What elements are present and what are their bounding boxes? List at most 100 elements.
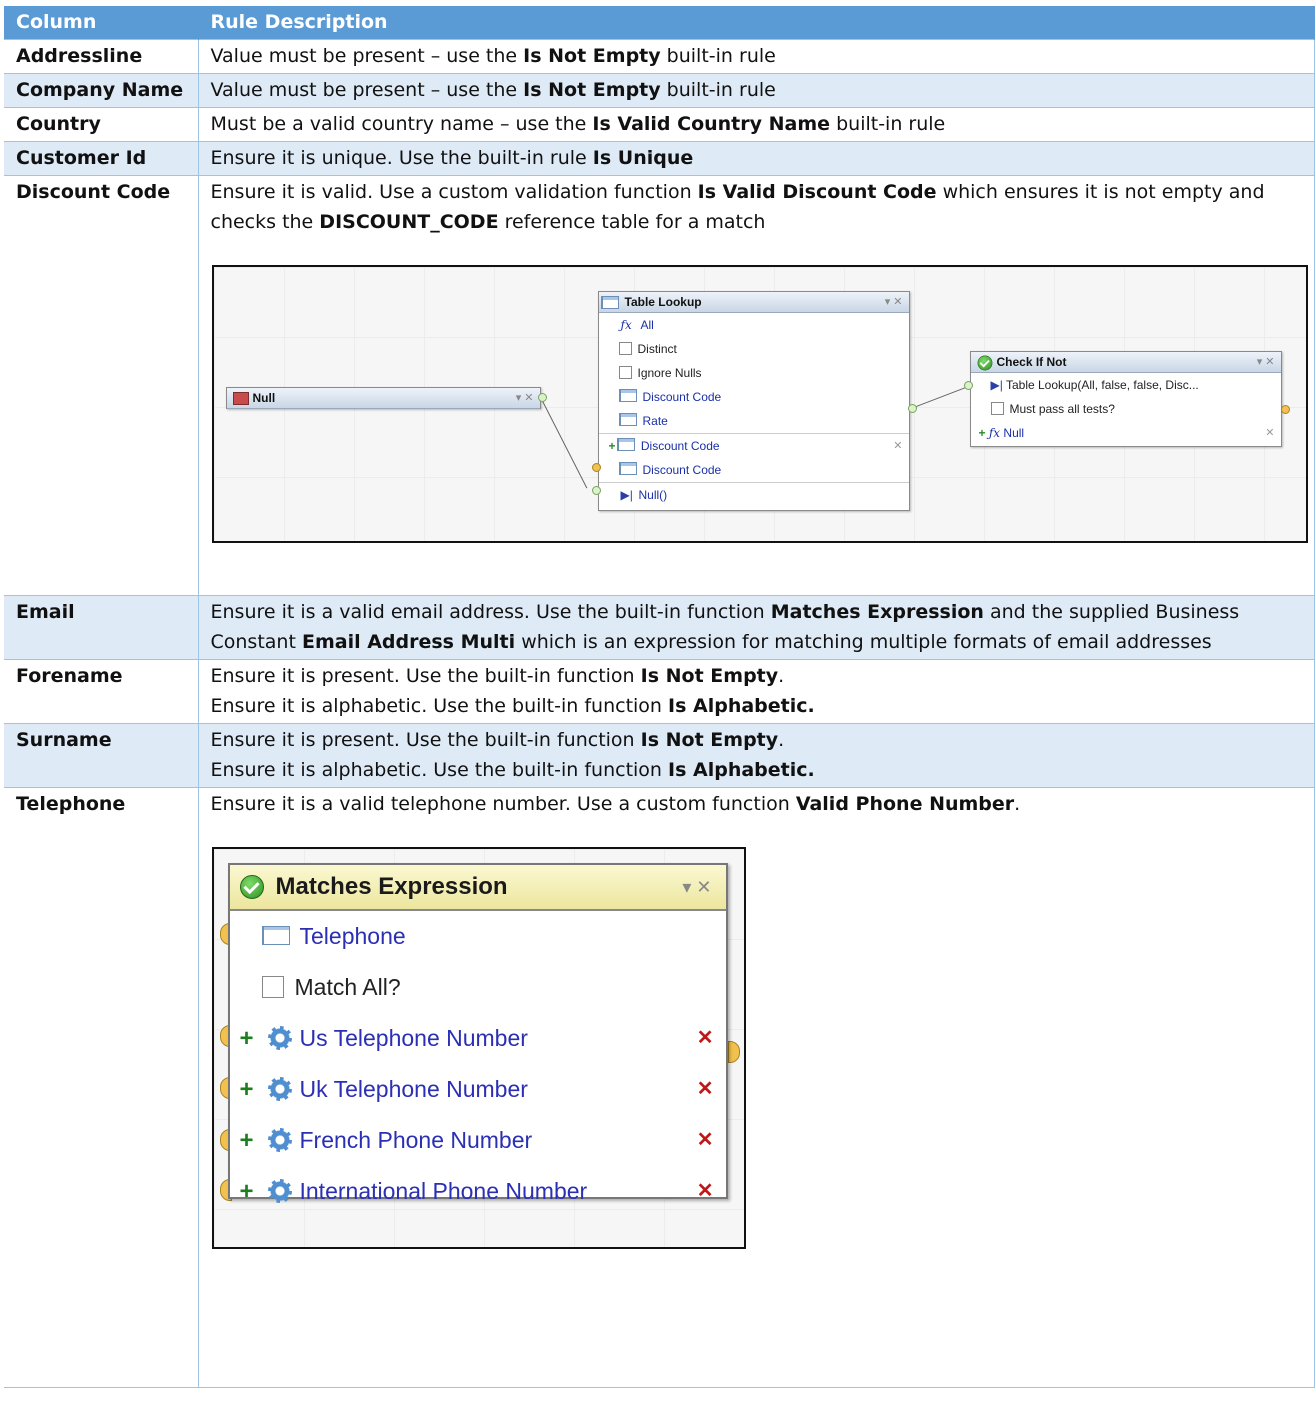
connector-line	[910, 387, 966, 409]
remove-icon[interactable]: ✕	[697, 1166, 714, 1217]
connector-port[interactable]	[1280, 405, 1290, 414]
plus-icon[interactable]: +	[609, 439, 616, 453]
node-menu-icon[interactable]: ▾ ✕	[516, 388, 534, 408]
table-icon	[618, 389, 637, 402]
remove-icon[interactable]: ✕	[1265, 421, 1274, 445]
table-row: Email Ensure it is a valid email address…	[4, 595, 1315, 660]
connector-line	[539, 397, 587, 489]
table-row: Addressline Value must be present – use …	[4, 39, 1315, 74]
connector-port[interactable]	[537, 393, 547, 402]
function-icon: ƒx	[988, 426, 1001, 440]
plus-icon[interactable]: +	[240, 1013, 254, 1064]
connector-port[interactable]	[591, 486, 601, 495]
lookup-row-null[interactable]: ▶| Null()	[598, 482, 909, 507]
check-icon	[239, 875, 264, 899]
expression-item[interactable]: + Uk Telephone Number ✕	[230, 1064, 726, 1115]
connector-port[interactable]	[591, 463, 601, 472]
emphasis-text: Is Not Empty	[523, 79, 661, 101]
rule-description-cell: Ensure it is valid. Use a custom validat…	[198, 175, 1315, 596]
lookup-row-rate[interactable]: Rate	[599, 409, 909, 433]
gear-icon	[267, 1179, 292, 1203]
null-node-title: Null	[252, 391, 276, 405]
plus-icon[interactable]: +	[240, 1115, 254, 1166]
lookup-row-all[interactable]: ƒx All	[599, 313, 909, 337]
table-icon	[618, 462, 637, 475]
table-icon	[600, 296, 619, 309]
check-row-table-lookup[interactable]: ▶| Table Lookup(All, false, false, Disc.…	[971, 373, 1281, 397]
lookup-row-discount-code-3[interactable]: Discount Code	[599, 458, 909, 482]
checkbox[interactable]	[618, 366, 632, 379]
table-lookup-node[interactable]: Table Lookup ▾ ✕ ƒx All Distinct Ignore N…	[597, 291, 910, 511]
table-header-row: Column Rule Description	[4, 6, 1315, 40]
check-if-not-title: Check If Not	[996, 355, 1067, 369]
lookup-row-discount-code[interactable]: Discount Code	[599, 385, 909, 409]
expression-item[interactable]: + International Phone Number ✕	[230, 1166, 726, 1217]
lookup-row-distinct[interactable]: Distinct	[599, 337, 909, 361]
telephone-field-row[interactable]: Telephone	[230, 911, 726, 962]
remove-icon[interactable]: ✕	[697, 1013, 714, 1064]
table-row: Discount Code Ensure it is valid. Use a …	[4, 175, 1315, 596]
emphasis-text: Valid Phone Number	[795, 793, 1015, 815]
rule-description: Must be a valid country name – use the I…	[198, 107, 1315, 142]
check-icon	[977, 355, 992, 371]
plus-icon[interactable]: +	[240, 1166, 254, 1217]
emphasis-text: Email Address Multi	[301, 631, 516, 653]
column-name: Country	[4, 107, 199, 142]
lookup-row-discount-code-2[interactable]: + Discount Code ✕	[598, 433, 909, 458]
emphasis-text: Is Not Empty	[523, 45, 661, 67]
column-name: Discount Code	[4, 175, 199, 596]
emphasis-text: Is Unique	[592, 147, 694, 169]
column-name: Company Name	[4, 73, 199, 108]
emphasis-text: Is Alphabetic.	[668, 695, 815, 717]
emphasis-text: DISCOUNT_CODE	[319, 211, 499, 233]
remove-icon[interactable]: ✕	[893, 434, 902, 458]
check-if-not-node[interactable]: Check If Not ▾ ✕ ▶| Table Lookup(All, fa…	[969, 351, 1282, 447]
rule-description: Ensure it is valid. Use a custom validat…	[210, 181, 1265, 233]
connector-port[interactable]	[907, 404, 917, 413]
function-icon: ƒx	[620, 318, 632, 332]
checkbox[interactable]	[990, 402, 1004, 415]
plus-icon[interactable]: +	[240, 1064, 254, 1115]
remove-icon[interactable]: ✕	[697, 1064, 714, 1115]
gear-icon	[267, 1026, 292, 1050]
emphasis-text: Is Alphabetic.	[668, 759, 815, 781]
remove-icon[interactable]: ✕	[697, 1115, 714, 1166]
emphasis-text: Is Valid Discount Code	[697, 181, 937, 203]
rules-table: Column Rule Description Addressline Valu…	[4, 6, 1315, 1388]
table-row: Forename Ensure it is present. Use the b…	[4, 659, 1315, 724]
matches-expression-node[interactable]: Matches Expression ▾ ✕ Telephone Match A…	[227, 863, 728, 1205]
node-menu-icon[interactable]: ▾ ✕	[682, 865, 711, 909]
expression-item[interactable]: + Us Telephone Number ✕	[230, 1013, 726, 1064]
null-node-icon	[232, 392, 249, 405]
rule-description: Ensure it is unique. Use the built-in ru…	[198, 141, 1315, 176]
rule-description: Ensure it is present. Use the built-in f…	[198, 723, 1315, 788]
check-row-null[interactable]: + ƒx Null ✕	[971, 421, 1281, 445]
plus-icon[interactable]: +	[979, 426, 986, 440]
connector-port[interactable]	[727, 1041, 740, 1063]
table-row: Customer Id Ensure it is unique. Use the…	[4, 141, 1315, 176]
rule-description: Ensure it is a valid telephone number. U…	[210, 793, 1021, 815]
gear-icon	[267, 1128, 292, 1152]
expression-item[interactable]: + French Phone Number ✕	[230, 1115, 726, 1166]
lookup-row-ignore-nulls[interactable]: Ignore Nulls	[599, 361, 909, 385]
node-menu-icon[interactable]: ▾ ✕	[885, 292, 903, 312]
emphasis-text: Is Not Empty	[640, 729, 779, 751]
arrow-icon: ▶|	[990, 378, 1003, 392]
column-name: Forename	[4, 659, 199, 724]
checkbox[interactable]	[618, 342, 632, 355]
table-icon	[616, 438, 635, 451]
null-node[interactable]: Null ▾ ✕	[225, 387, 541, 409]
table-icon	[261, 926, 290, 945]
match-all-checkbox[interactable]	[261, 976, 284, 998]
connector-port[interactable]	[963, 381, 973, 390]
rule-description: Value must be present – use the Is Not E…	[198, 39, 1315, 74]
node-menu-icon[interactable]: ▾ ✕	[1257, 352, 1275, 372]
table-row: Company Name Value must be present – use…	[4, 73, 1315, 108]
arrow-icon: ▶|	[620, 488, 633, 502]
emphasis-text: Is Valid Country Name	[592, 113, 831, 135]
emphasis-text: Is Not Empty	[640, 665, 779, 687]
column-name: Telephone	[4, 787, 199, 1388]
check-row-must-pass[interactable]: Must pass all tests?	[971, 397, 1281, 421]
match-all-row[interactable]: Match All?	[230, 962, 726, 1013]
column-name: Surname	[4, 723, 199, 788]
